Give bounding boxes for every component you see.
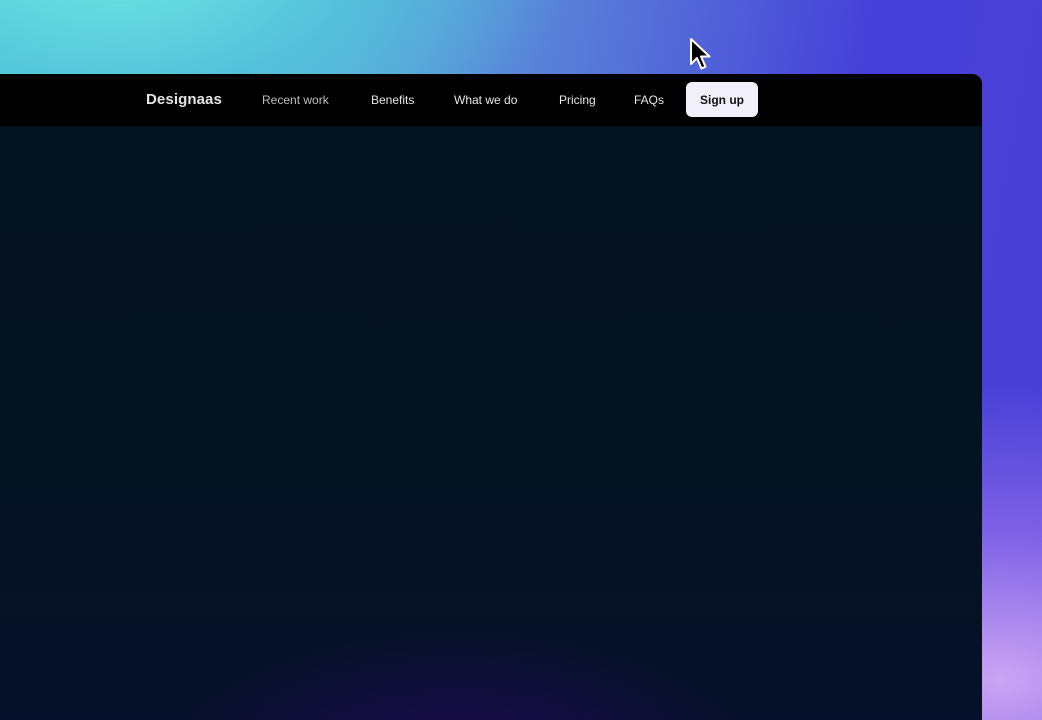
nav-link-benefits[interactable]: Benefits	[371, 93, 414, 107]
sign-up-button[interactable]: Sign up	[686, 82, 758, 117]
nav-link-pricing[interactable]: Pricing	[559, 93, 596, 107]
arrow-cursor-icon	[690, 38, 711, 70]
nav-link-what-we-do[interactable]: What we do	[454, 93, 517, 107]
nav-link-recent-work[interactable]: Recent work	[262, 93, 329, 107]
nav-link-faqs[interactable]: FAQs	[634, 93, 664, 107]
browser-window: Designaas Recent work Benefits What we d…	[0, 74, 982, 720]
brand-logo[interactable]: Designaas	[146, 91, 222, 108]
top-navbar: Designaas Recent work Benefits What we d…	[0, 74, 982, 126]
